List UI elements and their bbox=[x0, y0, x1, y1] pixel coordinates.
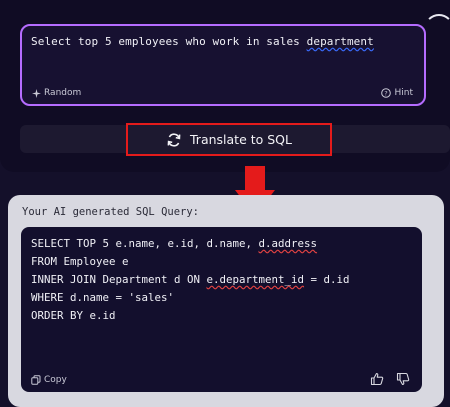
copy-icon bbox=[31, 375, 41, 385]
translate-button[interactable]: Translate to SQL bbox=[126, 123, 332, 156]
hint-label: Hint bbox=[394, 88, 413, 98]
random-button[interactable]: Random bbox=[32, 88, 81, 98]
svg-text:?: ? bbox=[385, 90, 388, 98]
sql-line: WHERE d.name = 'sales' bbox=[31, 291, 175, 304]
prompt-input[interactable]: Select top 5 employees who work in sales… bbox=[20, 24, 426, 106]
sql-output: SELECT TOP 5 e.name, e.id, d.name, d.add… bbox=[21, 227, 422, 392]
sql-code: SELECT TOP 5 e.name, e.id, d.name, d.add… bbox=[31, 235, 412, 325]
sql-line: FROM Employee e bbox=[31, 255, 129, 268]
result-label: Your AI generated SQL Query: bbox=[22, 206, 200, 218]
sql-line: SELECT TOP 5 e.name, e.id, d.name, d.add… bbox=[31, 237, 318, 250]
refresh-icon bbox=[167, 132, 181, 147]
random-label: Random bbox=[44, 88, 82, 98]
thumbs-down-icon[interactable] bbox=[396, 372, 410, 386]
help-circle-icon: ? bbox=[381, 88, 392, 98]
sql-line: INNER JOIN Department d ON e.department_… bbox=[31, 273, 350, 286]
hint-button[interactable]: ? Hint bbox=[381, 88, 413, 98]
loading-spinner-icon bbox=[424, 14, 450, 44]
copy-button[interactable]: Copy bbox=[31, 375, 67, 385]
translate-label: Translate to SQL bbox=[190, 132, 292, 147]
sql-line: ORDER BY e.id bbox=[31, 309, 116, 322]
prompt-text[interactable]: Select top 5 employees who work in sales… bbox=[31, 35, 414, 48]
thumbs-up-icon[interactable] bbox=[370, 372, 384, 386]
copy-label: Copy bbox=[44, 375, 67, 385]
sparkle-icon bbox=[32, 88, 41, 98]
